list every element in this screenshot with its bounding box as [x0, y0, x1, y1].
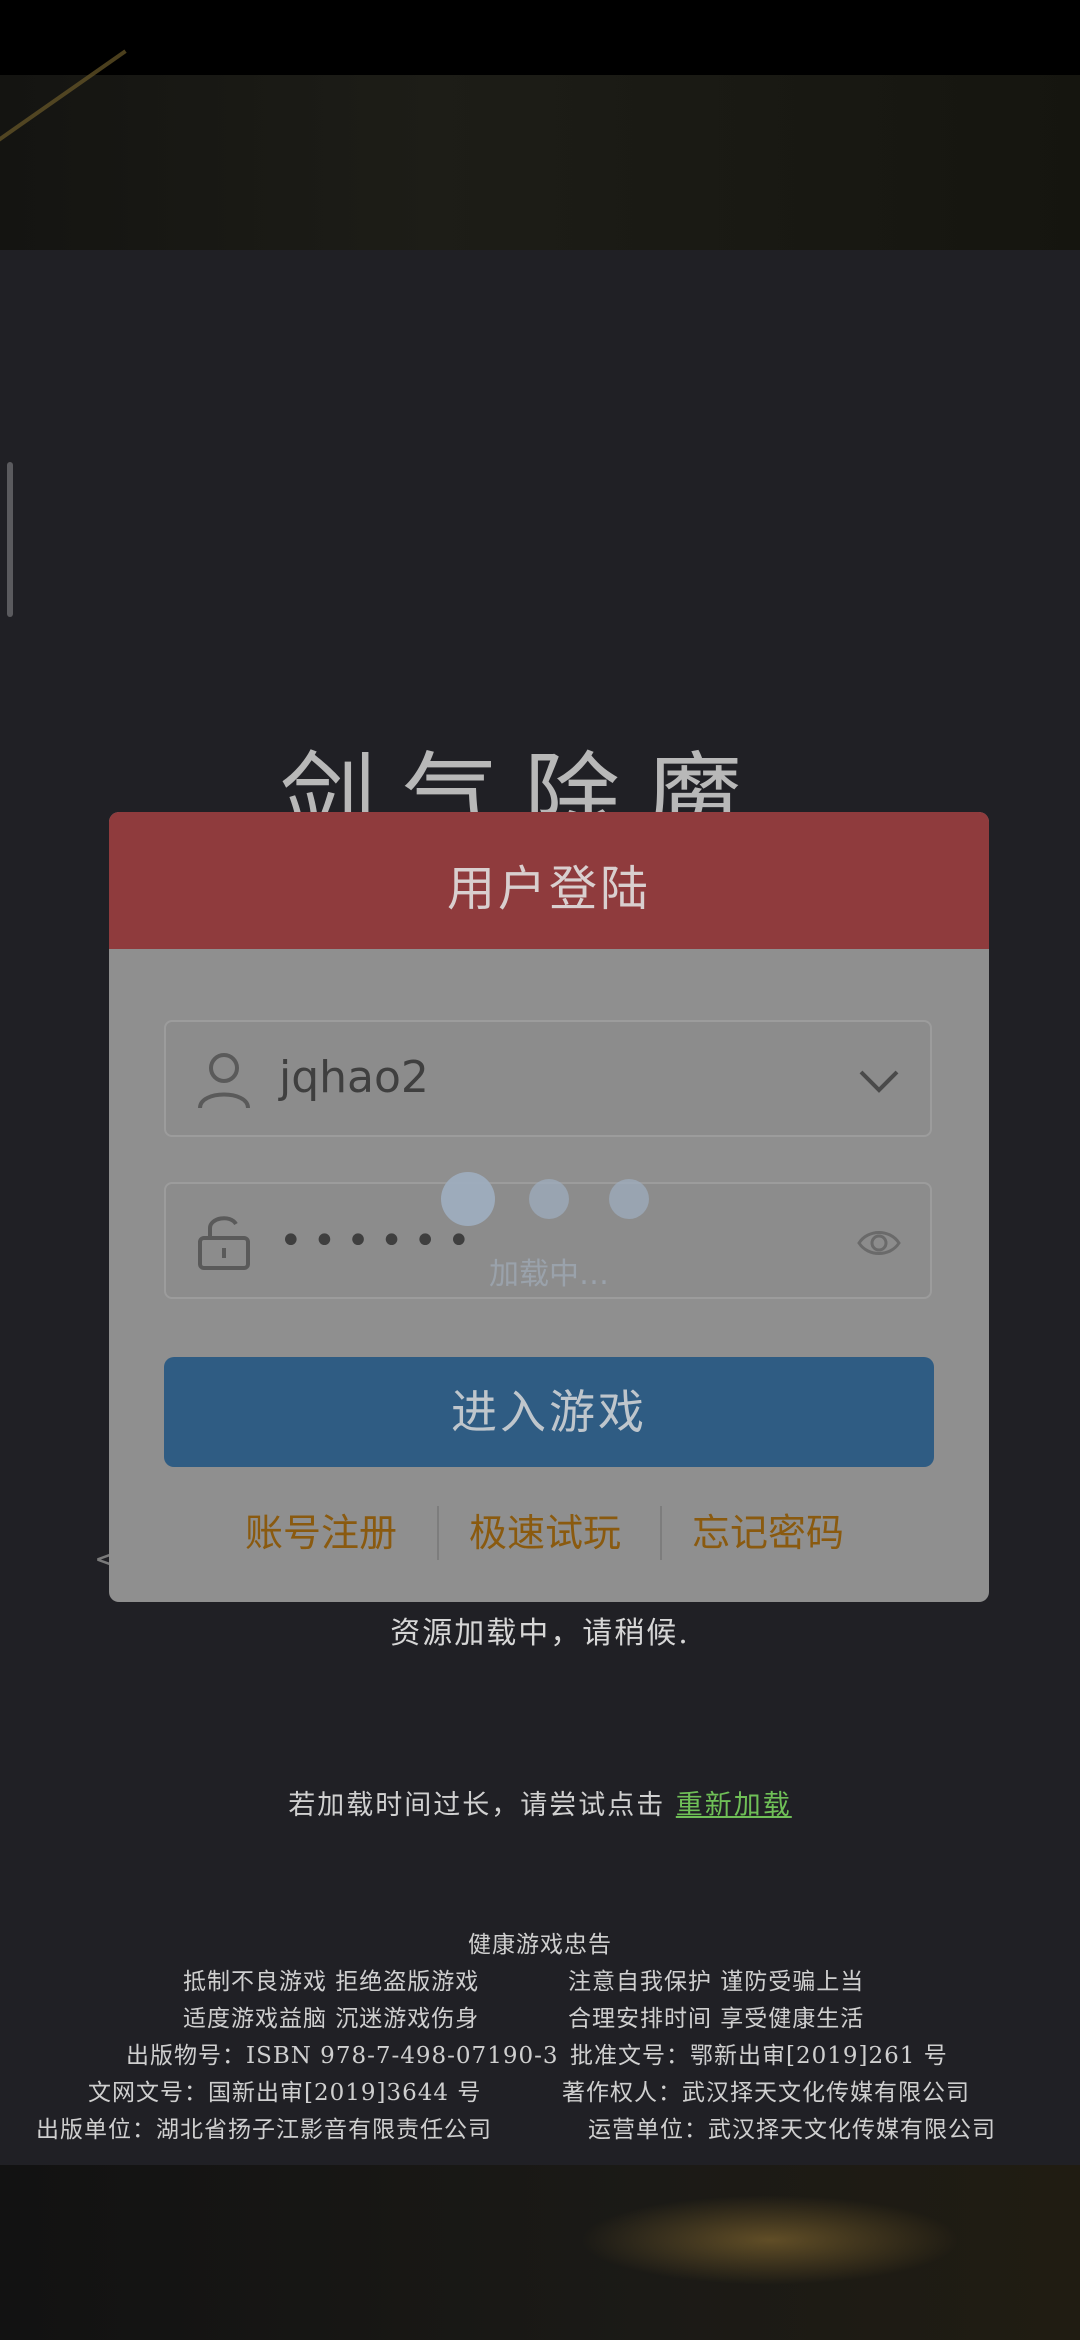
notice-text: 运营单位：武汉择天文化传媒有限公司 — [588, 2117, 996, 2143]
dialog-header: 用户登陆 — [109, 812, 989, 949]
notice-text: 文网文号：国新出审[2019]3644 号 — [88, 2080, 482, 2106]
notice-text: 出版单位：湖北省扬子江影音有限责任公司 — [36, 2117, 492, 2143]
notice-text: 抵制不良游戏 拒绝盗版游戏 — [183, 1969, 480, 1995]
username-field[interactable]: jqhao2 — [164, 1020, 932, 1137]
notice-text: 出版物号：ISBN 978-7-498-07190-3 — [126, 2043, 559, 2069]
notice-text: 批准文号：鄂新出审[2019]261 号 — [570, 2043, 948, 2069]
reload-hint: 若加载时间过长，请尝试点击 重新加载 — [0, 1783, 1080, 1822]
notice-row: 适度游戏益脑 沉迷游戏伤身 合理安排时间 享受健康生活 — [0, 1999, 1080, 2036]
loading-caption: 加载中… — [489, 1257, 609, 1292]
login-dialog: 用户登陆 jqhao2 •••••• 加载中… 进入游戏 账号注册 极速试玩 忘… — [109, 812, 989, 1602]
username-value: jqhao2 — [279, 1052, 429, 1103]
bottom-banner-image — [0, 2165, 1080, 2340]
quick-play-link[interactable]: 极速试玩 — [469, 1502, 621, 1557]
dialog-links: 账号注册 极速试玩 忘记密码 — [109, 1502, 989, 1572]
link-divider — [437, 1506, 439, 1560]
loading-dot — [609, 1179, 649, 1219]
user-icon — [196, 1050, 252, 1110]
notice-text: 注意自我保护 谨防受骗上当 — [568, 1969, 865, 1995]
register-link[interactable]: 账号注册 — [245, 1502, 397, 1557]
notice-text: 适度游戏益脑 沉迷游戏伤身 — [183, 2006, 480, 2032]
notice-title: 健康游戏忠告 — [468, 1932, 612, 1958]
loading-status: 资源加载中，请稍候. — [390, 1616, 690, 1651]
game-title: 剑气除魔 — [280, 742, 768, 854]
game-login-screen: 剑气除魔 < 用户登陆 jqhao2 •••••• 加载中… 进入游戏 账号注册… — [0, 0, 1080, 2340]
notice-row: 出版物号：ISBN 978-7-498-07190-3 批准文号：鄂新出审[20… — [0, 2036, 1080, 2073]
dialog-title: 用户登陆 — [446, 861, 651, 917]
loading-dot — [529, 1179, 569, 1219]
notice-row: 抵制不良游戏 拒绝盗版游戏 注意自我保护 谨防受骗上当 — [0, 1962, 1080, 1999]
forgot-password-link[interactable]: 忘记密码 — [692, 1502, 844, 1557]
scroll-indicator[interactable] — [7, 462, 13, 617]
notice-text: 著作权人：武汉择天文化传媒有限公司 — [562, 2080, 970, 2106]
chevron-down-icon[interactable] — [856, 1058, 902, 1104]
reload-prefix: 若加载时间过长，请尝试点击 — [288, 1790, 666, 1821]
decorative-glow — [580, 2195, 960, 2285]
top-banner-image — [0, 49, 1080, 250]
notice-title-row: 健康游戏忠告 — [0, 1925, 1080, 1962]
loading-dot — [441, 1172, 495, 1226]
loading-spinner — [109, 1162, 989, 1226]
link-divider — [660, 1506, 662, 1560]
enter-game-button[interactable]: 进入游戏 — [164, 1357, 934, 1467]
notice-row: 文网文号：国新出审[2019]3644 号 著作权人：武汉择天文化传媒有限公司 — [0, 2073, 1080, 2110]
notice-row: 出版单位：湖北省扬子江影音有限责任公司 运营单位：武汉择天文化传媒有限公司 — [0, 2110, 1080, 2147]
reload-link[interactable]: 重新加载 — [676, 1790, 792, 1821]
notice-text: 合理安排时间 享受健康生活 — [568, 2006, 865, 2032]
status-bar — [0, 0, 1080, 75]
